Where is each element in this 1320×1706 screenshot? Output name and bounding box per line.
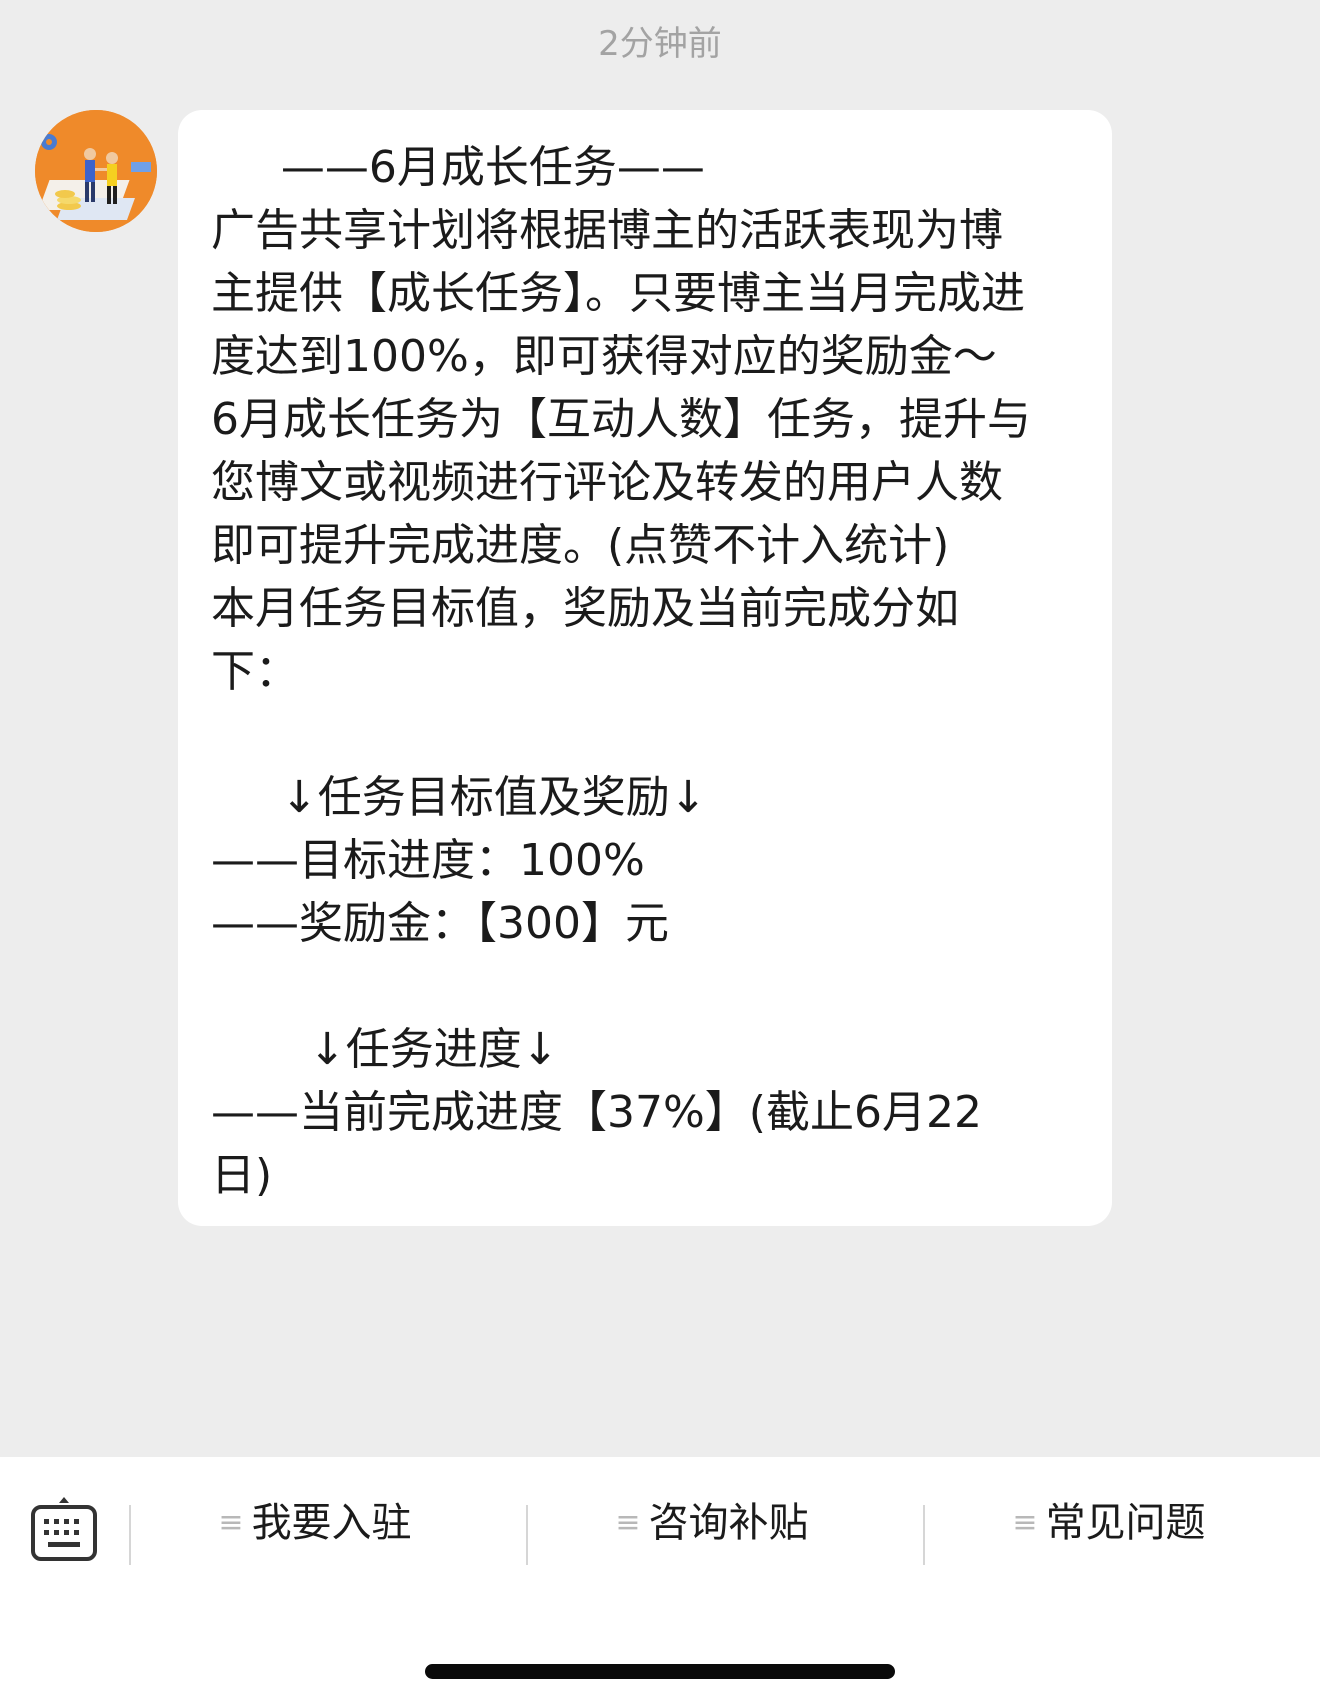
menu-button-label: 我要入驻	[251, 1500, 412, 1546]
message-line: 6月成长任务为【互动人数】任务，提升与	[211, 394, 1031, 445]
message-bubble[interactable]: ——6月成长任务—— 广告共享计划将根据博主的活跃表现为博 主提供【成长任务】。…	[178, 110, 1112, 1226]
message-line: 本月任务目标值，奖励及当前完成分如	[211, 583, 959, 634]
avatar-illustration-icon	[35, 110, 157, 232]
message-line: 下：	[211, 646, 299, 697]
message-line: ——奖励金：【300】元	[211, 898, 669, 949]
menu-button-join[interactable]: ≡ 我要入驻	[155, 1487, 475, 1559]
menu-divider	[129, 1505, 131, 1565]
message-line: ——6月成长任务——	[211, 142, 705, 193]
message-timestamp: 2分钟前	[598, 24, 722, 64]
message-line: ↓任务进度↓	[211, 1024, 559, 1075]
menu-divider	[923, 1505, 925, 1565]
menu-list-icon: ≡	[1012, 1505, 1038, 1540]
chat-area: 2分钟前 ——6月成长任务—— 广告共享计划将根据博主的活跃表现为博 主提供【成…	[0, 0, 1320, 1457]
message-line: 度达到100%，即可获得对应的奖励金～	[211, 331, 997, 382]
message-line: 日)	[211, 1150, 273, 1201]
menu-button-label: 常见问题	[1045, 1500, 1206, 1546]
message-line: ——当前完成进度【37%】(截止6月22	[211, 1087, 982, 1138]
home-indicator[interactable]	[425, 1664, 895, 1679]
menu-button-label: 咨询补贴	[648, 1500, 809, 1546]
message-line: 即可提升完成进度。(点赞不计入统计)	[211, 520, 950, 571]
keyboard-icon	[31, 1497, 97, 1561]
message-line: ↓任务目标值及奖励↓	[211, 772, 707, 823]
sender-avatar[interactable]	[35, 110, 157, 232]
message-line	[211, 955, 1082, 1018]
message-line: 您博文或视频进行评论及转发的用户人数	[211, 457, 1003, 508]
menu-divider	[526, 1505, 528, 1565]
menu-button-faq[interactable]: ≡ 常见问题	[949, 1487, 1269, 1559]
menu-list-icon: ≡	[615, 1505, 641, 1540]
menu-button-subsidy[interactable]: ≡ 咨询补贴	[552, 1487, 872, 1559]
message-line: ——目标进度：100%	[211, 835, 645, 886]
message-line: 广告共享计划将根据博主的活跃表现为博	[211, 205, 1003, 256]
message-line	[211, 703, 1082, 766]
menu-list-icon: ≡	[218, 1505, 244, 1540]
keyboard-toggle-button[interactable]	[30, 1495, 98, 1563]
message-line: 主提供【成长任务】。只要博主当月完成进	[211, 268, 1025, 319]
